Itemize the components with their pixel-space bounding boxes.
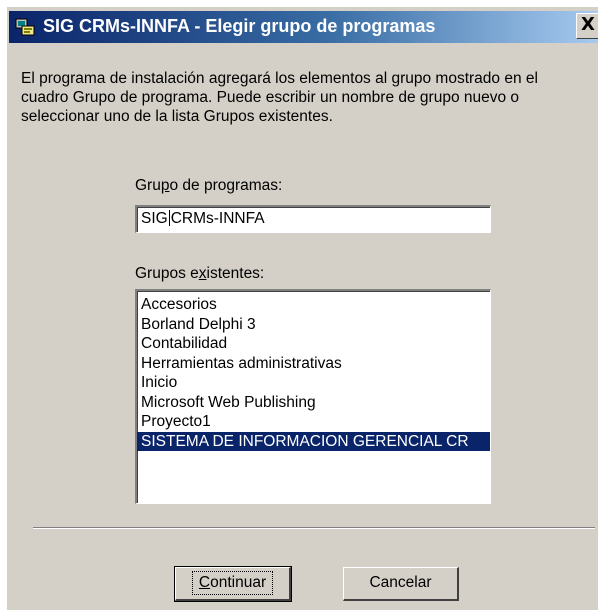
existing-groups-list[interactable]: Accesorios Borland Delphi 3 Contabilidad He… bbox=[135, 289, 491, 504]
cancel-button[interactable]: Cancelar bbox=[343, 567, 459, 601]
list-item[interactable]: Proyecto1 bbox=[137, 412, 490, 432]
program-group-input[interactable]: SIG CRMs-INNFA bbox=[135, 205, 491, 233]
focus-rect: Continuar bbox=[191, 571, 274, 595]
close-icon: X bbox=[581, 14, 595, 35]
accelerator-key: x bbox=[198, 265, 207, 282]
existing-groups-label: Grupos existentes: bbox=[135, 265, 265, 282]
list-item[interactable]: Herramientas administrativas bbox=[137, 354, 490, 374]
input-value-part: SIG bbox=[141, 210, 168, 227]
list-item[interactable]: SISTEMA DE INFORMACION GERENCIAL CR bbox=[137, 431, 490, 451]
instructions-text: El programa de instalación agregará los … bbox=[21, 70, 538, 125]
title-bar[interactable]: SIG CRMs-INNFA - Elegir grupo de program… bbox=[9, 11, 598, 43]
continue-button[interactable]: Continuar bbox=[174, 566, 292, 602]
separator-line bbox=[33, 527, 595, 529]
list-item[interactable]: Contabilidad bbox=[137, 334, 490, 354]
input-value-part: CRMs-INNFA bbox=[170, 210, 265, 227]
text-caret bbox=[168, 210, 170, 226]
list-item[interactable]: Inicio bbox=[137, 373, 490, 393]
setup-dialog: SIG CRMs-INNFA - Elegir grupo de program… bbox=[6, 6, 598, 610]
window-title: SIG CRMs-INNFA - Elegir grupo de program… bbox=[43, 16, 436, 36]
list-item[interactable]: Accesorios bbox=[137, 295, 490, 315]
list-item[interactable]: Microsoft Web Publishing bbox=[137, 393, 490, 413]
program-group-label: Grupo de programas: bbox=[135, 177, 283, 194]
setup-app-icon bbox=[15, 18, 35, 36]
list-item[interactable]: Borland Delphi 3 bbox=[137, 315, 490, 335]
close-button[interactable]: X bbox=[576, 13, 598, 39]
